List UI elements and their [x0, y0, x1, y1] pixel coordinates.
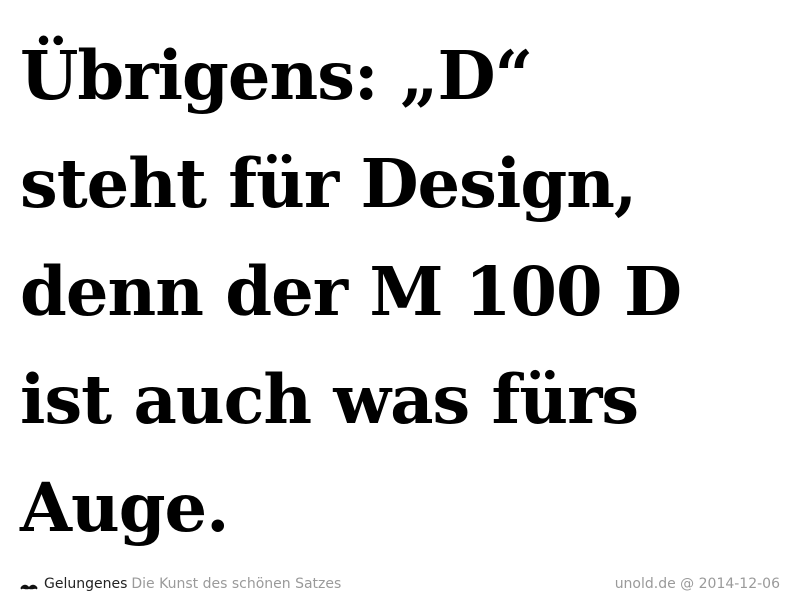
headline-line-3: denn der M 100 D [20, 252, 682, 331]
headline-line-5: Auge. [20, 468, 230, 547]
brand-name: Gelungenes [44, 576, 128, 592]
credit-date: unold.de @ 2014-12-06 [614, 576, 780, 592]
headline-line-1: Übrigens: „D“ [20, 36, 533, 115]
headline-line-2: steht für Design, [20, 144, 637, 223]
footer: Gelungenes Die Kunst des schönen Satzes … [20, 574, 780, 594]
slide: Übrigens: „D“ steht für Design, denn der… [0, 0, 800, 600]
headline-line-4: ist auch was fürs [20, 360, 639, 439]
tagline: Die Kunst des schönen Satzes [131, 576, 342, 592]
mustache-icon [20, 579, 38, 590]
headline: Übrigens: „D“ steht für Design, denn der… [20, 22, 790, 562]
